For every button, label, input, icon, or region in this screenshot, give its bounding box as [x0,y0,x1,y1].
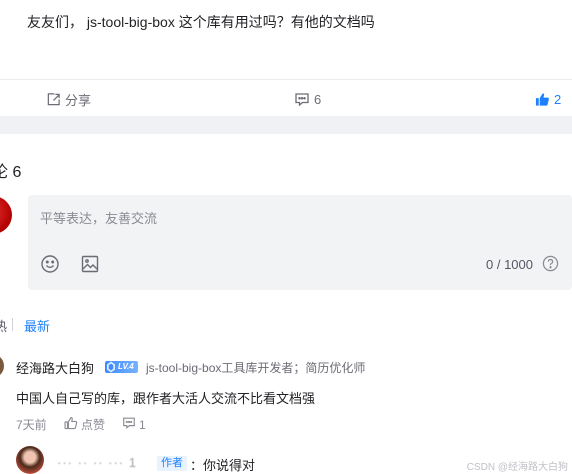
help-icon[interactable] [542,255,559,277]
comment-like-label: 点赞 [81,418,106,432]
comments-heading: 论 6 [0,164,22,181]
level-badge: LV.4 [105,361,138,373]
current-user-avatar[interactable] [0,196,12,234]
comment-like-button[interactable]: 点赞 [64,416,105,433]
comment-composer[interactable]: 平等表达，友善交流 0 / 1000 [28,195,572,290]
comment-icon [294,92,310,107]
emoji-icon[interactable] [40,254,60,279]
comment-time: 7天前 [16,418,47,432]
sort-divider [12,318,13,331]
char-counter: 0 / 1000 [486,257,533,272]
comment-count: 6 [314,91,322,107]
section-separator [0,116,572,134]
comment-count-button[interactable]: 6 [294,89,321,109]
level-gem-icon [107,361,115,373]
reply-icon [122,416,136,433]
level-text: LV.4 [118,362,134,371]
comment-reply-button[interactable]: 1 [122,416,146,433]
share-label: 分享 [65,92,92,108]
thumbs-up-outline-icon [64,416,78,433]
comment-page: 友友们， js-tool-big-box 这个库有用过吗？有他的文档吗 分享 6 [0,0,572,474]
like-count: 2 [554,91,562,107]
watermark: CSDN @经海路大白狗 [466,462,568,473]
reply-body: ：你说得对 [190,458,256,473]
comment-body: 中国人自己写的库，跟作者大活人交流不比看文档强 [16,391,316,406]
comment-reply-count: 1 [139,417,146,432]
share-button[interactable]: 分享 [46,89,91,109]
like-button[interactable]: 2 [535,89,561,109]
comment-input[interactable]: 平等表达，友善交流 [40,208,157,227]
share-icon [46,92,61,107]
reply-author-name[interactable]: ··· ·· ·· ··· 1 [57,455,137,470]
post-content: 友友们， js-tool-big-box 这个库有用过吗？有他的文档吗 [27,14,375,30]
sort-newest-tab[interactable]: 最新 [24,316,50,335]
image-upload-icon[interactable] [81,255,99,278]
comment-author-name[interactable]: 经海路大白狗 [16,358,94,377]
sort-hot-tab[interactable]: 热 [0,316,7,335]
comment-author-title: js-tool-big-box工具库开发者；简历优化师 [146,361,366,375]
reply-author-avatar[interactable] [16,446,44,474]
comment-author-avatar[interactable] [0,354,4,378]
divider [0,79,572,80]
author-badge: 作者 [157,456,187,471]
thumbs-up-icon [535,92,550,107]
